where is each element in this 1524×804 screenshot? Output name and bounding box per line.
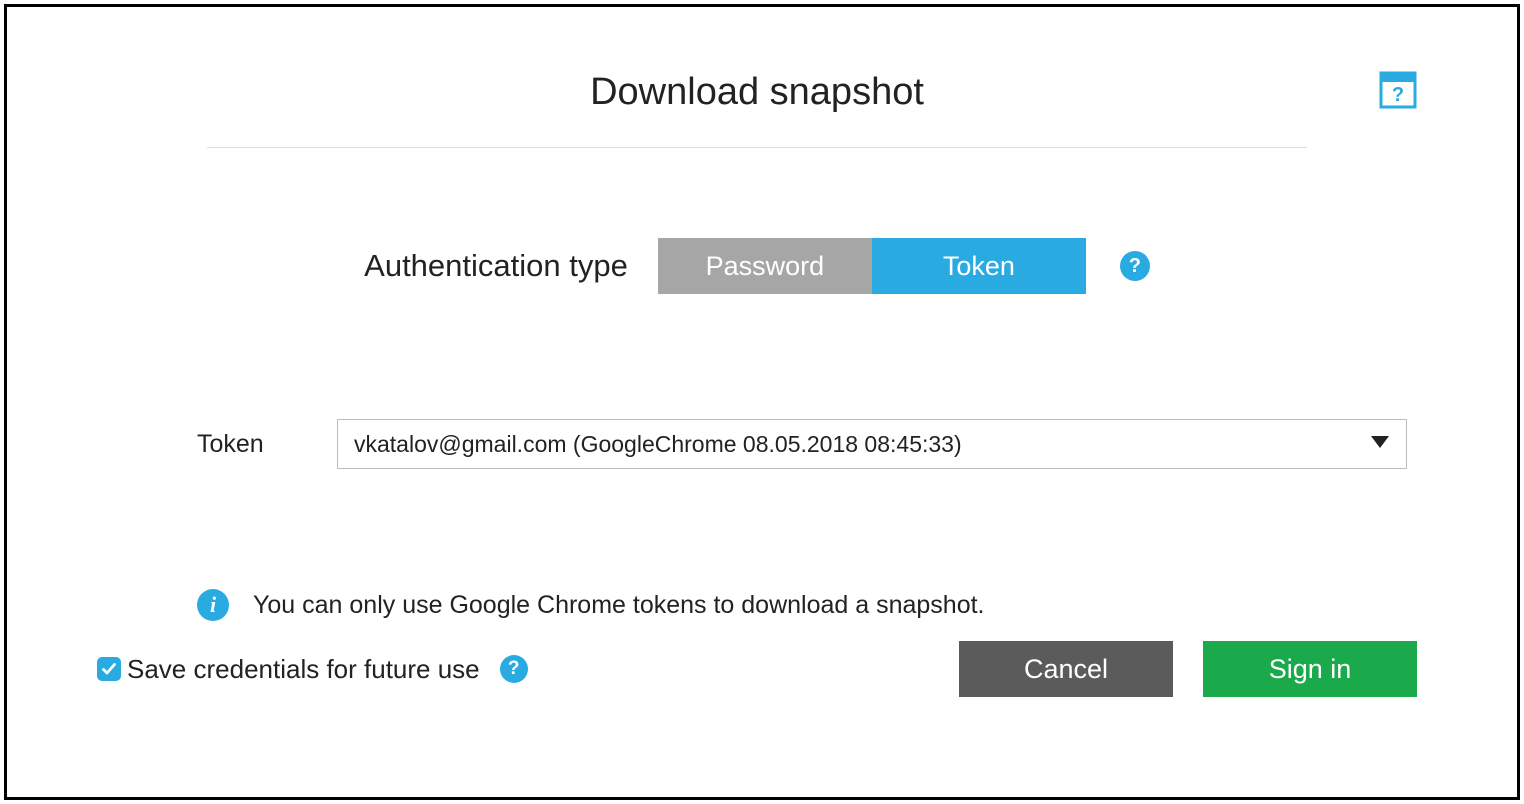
auth-type-label: Authentication type bbox=[364, 248, 628, 284]
token-row: Token vkatalov@gmail.com (GoogleChrome 0… bbox=[97, 419, 1417, 469]
info-row: i You can only use Google Chrome tokens … bbox=[97, 589, 1417, 621]
auth-type-help-icon[interactable]: ? bbox=[1120, 251, 1150, 281]
token-select-wrap: vkatalov@gmail.com (GoogleChrome 08.05.2… bbox=[337, 419, 1407, 469]
bottom-row: Save credentials for future use ? Cancel… bbox=[97, 641, 1417, 697]
title-divider bbox=[207, 147, 1307, 148]
title-row: Download snapshot ? bbox=[97, 67, 1417, 137]
token-select[interactable]: vkatalov@gmail.com (GoogleChrome 08.05.2… bbox=[337, 419, 1407, 469]
info-icon: i bbox=[197, 589, 229, 621]
svg-text:?: ? bbox=[1392, 84, 1404, 106]
download-snapshot-dialog: Download snapshot ? Authentication type … bbox=[4, 4, 1520, 800]
sign-in-button[interactable]: Sign in bbox=[1203, 641, 1417, 697]
save-credentials-help-icon[interactable]: ? bbox=[500, 655, 528, 683]
save-credentials-wrap: Save credentials for future use ? bbox=[97, 654, 528, 685]
help-window-icon[interactable]: ? bbox=[1379, 71, 1417, 109]
auth-type-password-button[interactable]: Password bbox=[658, 238, 872, 294]
cancel-button[interactable]: Cancel bbox=[959, 641, 1173, 697]
auth-type-segmented: Password Token bbox=[658, 238, 1086, 294]
auth-type-token-button[interactable]: Token bbox=[872, 238, 1086, 294]
token-field-label: Token bbox=[197, 430, 297, 459]
save-credentials-checkbox[interactable] bbox=[97, 657, 121, 681]
auth-type-row: Authentication type Password Token ? bbox=[97, 238, 1417, 294]
save-credentials-label: Save credentials for future use bbox=[127, 654, 480, 685]
info-text: You can only use Google Chrome tokens to… bbox=[253, 591, 985, 620]
dialog-buttons: Cancel Sign in bbox=[959, 641, 1417, 697]
dialog-title: Download snapshot bbox=[97, 67, 1417, 114]
